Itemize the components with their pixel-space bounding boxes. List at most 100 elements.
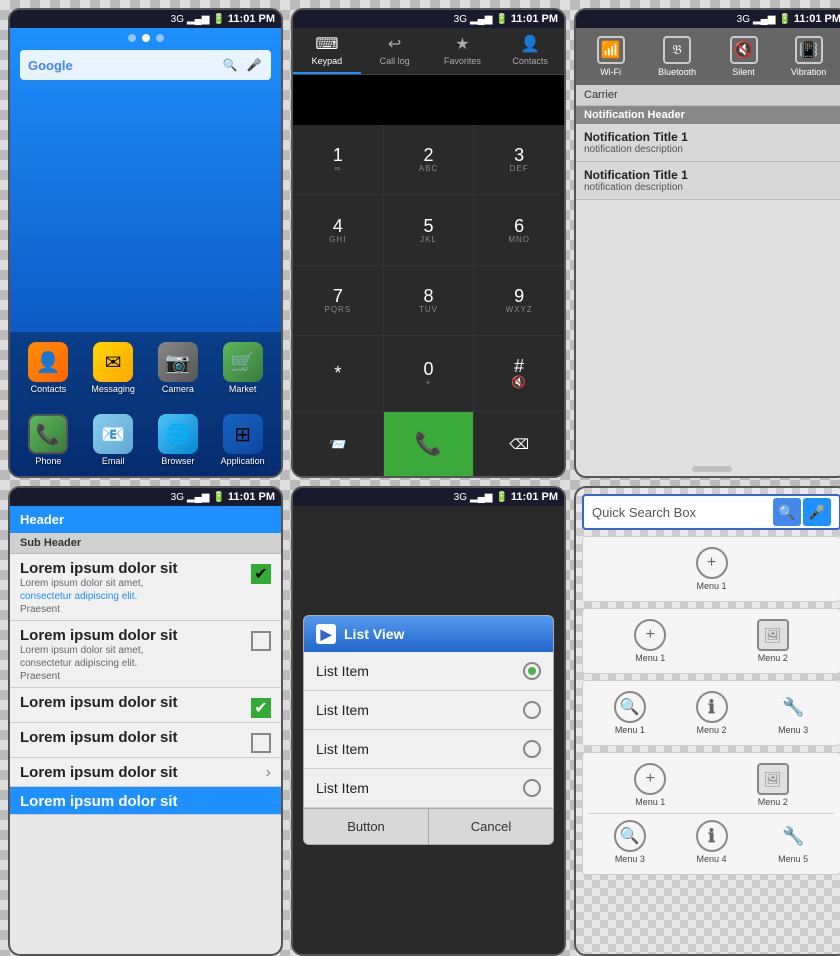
app-dock-top: 👤 Contacts ✉ Messaging 📷 Camera 🛒 Market	[10, 332, 281, 404]
dot-3	[156, 34, 164, 42]
list-entry-2[interactable]: Lorem ipsum dolor sit Lorem ipsum dolor …	[10, 621, 281, 688]
key-voicemail[interactable]: 📨	[293, 412, 383, 476]
quick-search-widget[interactable]: Quick Search Box 🔍 🎤	[582, 494, 840, 530]
dialog-list-item-3[interactable]: List Item	[304, 730, 553, 769]
list-entry-6[interactable]: Lorem ipsum dolor sit	[10, 787, 281, 815]
dialog-list-item-1[interactable]: List Item	[304, 652, 553, 691]
list-entry-2-check[interactable]	[251, 631, 271, 651]
network-indicator: 3G	[171, 14, 184, 25]
menu-item-1-1[interactable]: + Menu 1	[589, 543, 834, 595]
search-icon-3: 🔍	[614, 691, 646, 723]
notification-1[interactable]: Notification Title 1 notification descri…	[576, 124, 840, 162]
quick-wifi[interactable]: 📶 Wi-Fi	[597, 36, 625, 77]
contacts-tab-label: Contacts	[512, 56, 548, 66]
key-0[interactable]: 0+	[384, 336, 474, 410]
list-entry-3-title: Lorem ipsum dolor sit	[20, 694, 247, 711]
camera-icon: 📷	[158, 342, 198, 382]
menu-item-4-5[interactable]: 🔧 Menu 5	[752, 816, 834, 868]
widgets-panel: Quick Search Box 🔍 🎤 + Menu 1 + Menu 1	[574, 486, 840, 956]
key-star[interactable]: *	[293, 336, 383, 410]
dialog-cancel-button[interactable]: Cancel	[429, 808, 553, 844]
menu-item-3-3[interactable]: 🔧 Menu 3	[752, 687, 834, 739]
key-hash[interactable]: #🔇	[474, 336, 564, 410]
menu-row-2-1: + Menu 1 🖼 Menu 2	[589, 615, 834, 667]
list-entry-5-arrow: ›	[266, 764, 271, 782]
list-entry-4-title: Lorem ipsum dolor sit	[20, 729, 247, 746]
app-camera[interactable]: 📷 Camera	[148, 338, 209, 398]
list-entry-4-check[interactable]	[251, 733, 271, 753]
app-messaging[interactable]: ✉ Messaging	[83, 338, 144, 398]
tab-keypad[interactable]: ⌨ Keypad	[293, 28, 361, 74]
google-search-bar[interactable]: Google 🔍 🎤	[20, 50, 271, 80]
app-browser[interactable]: 🌐 Browser	[148, 410, 209, 470]
dialog-item-1-radio[interactable]	[523, 662, 541, 680]
key-2[interactable]: 2ABC	[384, 125, 474, 194]
dialog-item-3-radio[interactable]	[523, 740, 541, 758]
quick-bluetooth[interactable]: 𝔅 Bluetooth	[658, 36, 696, 77]
menu-label-3-2: Menu 2	[696, 725, 726, 735]
tab-favorites[interactable]: ★ Favorites	[429, 28, 497, 74]
app-contacts[interactable]: 👤 Contacts	[18, 338, 79, 398]
dialog-item-4-radio[interactable]	[523, 779, 541, 797]
key-3[interactable]: 3DEF	[474, 125, 564, 194]
menu-item-3-2[interactable]: ℹ Menu 2	[671, 687, 753, 739]
key-8[interactable]: 8TUV	[384, 266, 474, 335]
vibration-label: Vibration	[791, 67, 826, 77]
key-1[interactable]: 1∞	[293, 125, 383, 194]
time-3: 11:01 PM	[794, 13, 840, 25]
bluetooth-icon: 𝔅	[663, 36, 691, 64]
list-entry-3[interactable]: Lorem ipsum dolor sit ✔	[10, 688, 281, 723]
dialog-screen: ▶ List View List Item List Item List Ite…	[293, 506, 564, 954]
key-call[interactable]: 📞	[384, 412, 474, 476]
tab-calllog[interactable]: ↩ Call log	[361, 28, 429, 74]
dialog-ok-button[interactable]: Button	[304, 808, 429, 844]
app-email[interactable]: 📧 Email	[83, 410, 144, 470]
key-4[interactable]: 4GHI	[293, 195, 383, 264]
key-5[interactable]: 5JKL	[384, 195, 474, 264]
homescreen: Google 🔍 🎤 👤 Contacts ✉ Messaging 📷	[10, 28, 281, 476]
messaging-icon: ✉	[93, 342, 133, 382]
key-9[interactable]: 9WXYZ	[474, 266, 564, 335]
dialog-list-item-2[interactable]: List Item	[304, 691, 553, 730]
menu-item-3-1[interactable]: 🔍 Menu 1	[589, 687, 671, 739]
scroll-indicator	[692, 466, 732, 472]
menu-item-4-2[interactable]: 🖼 Menu 2	[712, 759, 835, 811]
key-6[interactable]: 6MNO	[474, 195, 564, 264]
mic-icon[interactable]: 🎤	[245, 56, 263, 74]
browser-label: Browser	[161, 456, 194, 466]
list-entry-5[interactable]: Lorem ipsum dolor sit ›	[10, 758, 281, 787]
dialog-item-2-radio[interactable]	[523, 701, 541, 719]
menu-item-4-1[interactable]: + Menu 1	[589, 759, 712, 811]
keypad-tab-label: Keypad	[312, 56, 343, 66]
plus-icon-4: +	[634, 763, 666, 795]
list-entry-3-check[interactable]: ✔	[251, 698, 271, 718]
menu-label-4-2: Menu 2	[758, 797, 788, 807]
notification-2[interactable]: Notification Title 1 notification descri…	[576, 162, 840, 200]
menu-item-2-1[interactable]: + Menu 1	[589, 615, 712, 667]
menu-row-4-1: + Menu 1 🖼 Menu 2	[589, 759, 834, 811]
menu-item-4-4[interactable]: ℹ Menu 4	[671, 816, 753, 868]
quick-vibration[interactable]: 📳 Vibration	[791, 36, 826, 77]
contacts-icon: 👤	[28, 342, 68, 382]
menu-item-4-3[interactable]: 🔍 Menu 3	[589, 816, 671, 868]
list-entry-1-check[interactable]: ✔	[251, 564, 271, 584]
app-application[interactable]: ⊞ Application	[212, 410, 273, 470]
search-icon[interactable]: 🔍	[221, 56, 239, 74]
keypad-grid: 1∞ 2ABC 3DEF 4GHI 5JKL 6MNO 7PQRS 8TUV 9…	[293, 125, 564, 476]
key-delete[interactable]: ⌫	[474, 412, 564, 476]
quick-silent[interactable]: 🔇 Silent	[730, 36, 758, 77]
list-entry-1[interactable]: Lorem ipsum dolor sit Lorem ipsum dolor …	[10, 554, 281, 621]
tab-contacts[interactable]: 👤 Contacts	[496, 28, 564, 74]
dialog-item-2-label: List Item	[316, 702, 369, 718]
search-widget-mic-icon[interactable]: 🎤	[803, 498, 831, 526]
app-phone[interactable]: 📞 Phone	[18, 410, 79, 470]
notif-desc-1: notification description	[584, 144, 839, 155]
search-widget-search-icon[interactable]: 🔍	[773, 498, 801, 526]
dialog-list-item-4[interactable]: List Item	[304, 769, 553, 808]
time-2: 11:01 PM	[511, 13, 558, 25]
key-7[interactable]: 7PQRS	[293, 266, 383, 335]
menu-item-2-2[interactable]: 🖼 Menu 2	[712, 615, 835, 667]
list-entry-4[interactable]: Lorem ipsum dolor sit	[10, 723, 281, 758]
google-logo: Google	[28, 58, 221, 73]
app-market[interactable]: 🛒 Market	[212, 338, 273, 398]
